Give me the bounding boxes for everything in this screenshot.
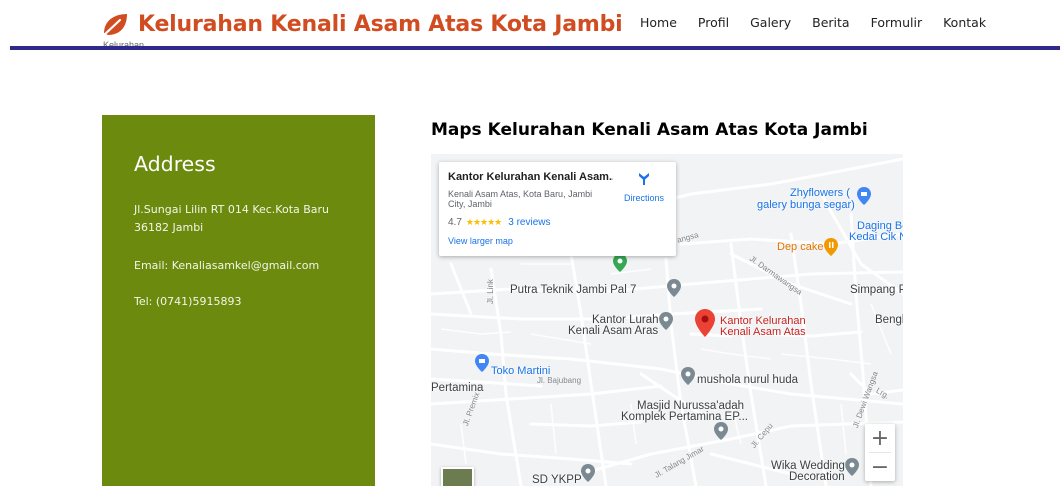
place-pin-icon[interactable]: [845, 458, 859, 476]
view-larger-map-link[interactable]: View larger map: [448, 236, 513, 246]
map-label-bengk: Bengk: [875, 314, 903, 326]
site-header: Kelurahan Kenali Asam Atas Kota Jambi Ke…: [0, 0, 1060, 50]
place-pin-icon[interactable]: [667, 279, 681, 297]
satellite-toggle-thumbnail[interactable]: [441, 467, 474, 486]
header-divider: [10, 46, 1060, 50]
school-pin-icon[interactable]: [581, 464, 595, 482]
map-label-zhyflowers: Zhyflowers (: [790, 187, 850, 199]
directions-label: Directions: [623, 193, 664, 203]
place-rating: 4.7 ★★★★★ 3 reviews: [448, 217, 551, 228]
map-label-putra-teknik: Putra Teknik Jambi Pal 7: [510, 284, 637, 296]
map-label-kantor-kelurahan-2: Kenali Asam Atas: [720, 326, 806, 338]
selected-location-pin-icon[interactable]: [695, 309, 715, 337]
maps-title: Maps Kelurahan Kenali Asam Atas Kota Jam…: [431, 120, 868, 140]
place-name: Kantor Kelurahan Kenali Asam...: [448, 171, 613, 183]
place-pin-icon[interactable]: [659, 312, 673, 330]
map-label-jl-link: Jl. Link: [486, 279, 495, 304]
map-label-wika-2: Decoration: [789, 471, 845, 483]
restaurant-pin-icon[interactable]: [824, 238, 838, 256]
address-email: Email: Kenaliasamkel@gmail.com: [134, 259, 320, 272]
rating-value: 4.7: [448, 217, 462, 228]
zoom-controls: + −: [865, 424, 895, 481]
nav-galery[interactable]: Galery: [750, 15, 791, 30]
place-pin-icon[interactable]: [613, 254, 627, 272]
map-label-masjid-2: Komplek Pertamina EP...: [621, 411, 748, 423]
zoom-out-button[interactable]: −: [865, 453, 895, 481]
map-label-jl-bajubang: Jl. Bajubang: [537, 376, 582, 385]
reviews-link[interactable]: 3 reviews: [508, 217, 550, 228]
leaf-icon: [101, 14, 127, 38]
address-tel: Tel: (0741)5915893: [134, 295, 242, 308]
address-card: Address Jl.Sungai Lilin RT 014 Kec.Kota …: [102, 115, 375, 486]
brand-link[interactable]: Kelurahan Kenali Asam Atas Kota Jambi: [100, 9, 623, 39]
place-pin-icon[interactable]: [714, 422, 728, 440]
map-label-dep-cake: Dep cake: [777, 241, 824, 253]
map-label-kedai: Kedai Cik N: [849, 231, 903, 243]
star-rating-icon: ★★★★★: [465, 217, 502, 227]
place-pin-icon[interactable]: [681, 367, 695, 385]
shopping-pin-icon[interactable]: [857, 187, 871, 205]
shopping-pin-icon[interactable]: [475, 354, 489, 372]
place-address: Kenali Asam Atas, Kota Baru, Jambi City,…: [448, 189, 593, 209]
directions-button[interactable]: Directions: [619, 172, 669, 203]
map-label-galery-bunga: galery bunga segar): [757, 199, 855, 211]
map-label-kantor-lurah-2: Kenali Asam Aras: [568, 325, 659, 337]
address-street: Jl.Sungai Lilin RT 014 Kec.Kota Baru 361…: [134, 203, 330, 234]
map-label-mushola: mushola nurul huda: [697, 374, 799, 386]
nav-formulir[interactable]: Formulir: [871, 15, 923, 30]
map-label-simpang: Simpang P: [850, 284, 903, 296]
place-info-card: Kantor Kelurahan Kenali Asam... Kenali A…: [439, 162, 676, 256]
directions-icon: [639, 173, 649, 185]
brand-title: Kelurahan Kenali Asam Atas Kota Jambi: [138, 11, 623, 37]
nav-profil[interactable]: Profil: [698, 15, 729, 30]
zoom-in-button[interactable]: +: [865, 424, 895, 452]
address-title: Address: [134, 152, 216, 176]
nav-berita[interactable]: Berita: [812, 15, 849, 30]
main-nav: Home Profil Galery Berita Formulir Konta…: [640, 15, 986, 30]
map-label-sd-ykpp: SD YKPP: [532, 474, 582, 486]
nav-kontak[interactable]: Kontak: [943, 15, 986, 30]
nav-home[interactable]: Home: [640, 15, 677, 30]
embedded-map[interactable]: Zhyflowers ( galery bunga segar) Daging …: [431, 154, 903, 486]
